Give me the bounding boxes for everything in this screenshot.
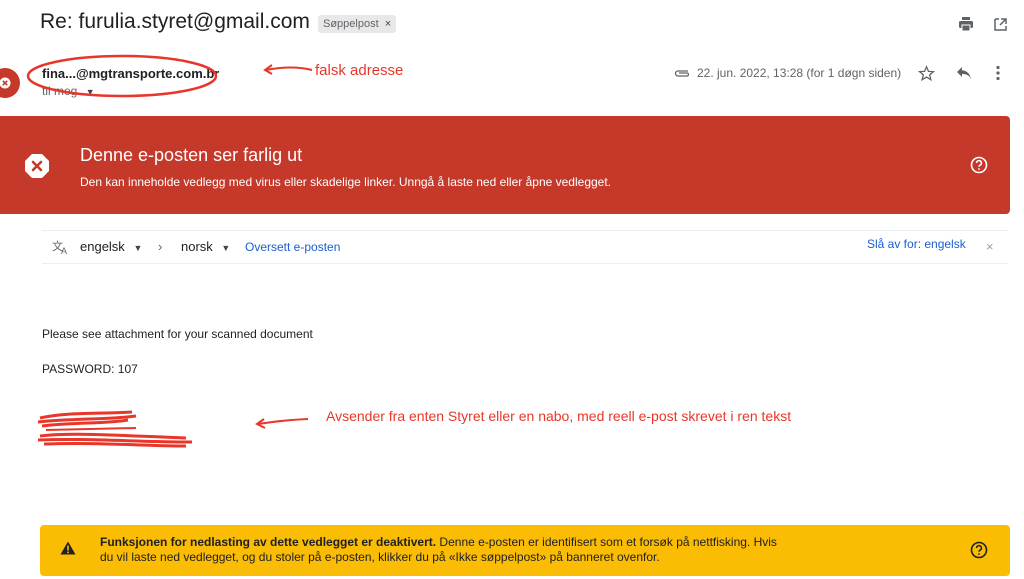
warning-bold-text: Funksjonen for nedlasting av dette vedle…: [100, 535, 437, 549]
print-button[interactable]: [955, 13, 977, 35]
translate-icon: 文 A: [52, 239, 67, 255]
danger-octagon-icon: [25, 154, 49, 178]
annotation-arrow: [263, 64, 313, 75]
help-icon[interactable]: [970, 156, 988, 174]
sender-avatar[interactable]: [0, 68, 20, 98]
attachment-icon: [674, 70, 690, 77]
source-language-dropdown[interactable]: engelsk ▼: [80, 239, 142, 254]
svg-text:A: A: [61, 246, 67, 255]
open-in-new-icon: [993, 17, 1007, 31]
spam-label-chip[interactable]: Søppelpost ×: [318, 15, 397, 33]
more-options-button[interactable]: [990, 62, 1006, 84]
attachment-warning-text: Funksjonen for nedlasting av dette vedle…: [100, 535, 900, 565]
reply-icon: [957, 67, 971, 79]
chevron-down-icon: ▼: [133, 243, 143, 253]
chevron-down-icon: ▼: [221, 243, 231, 253]
warning-rest-text: Denne e-posten er identifisert som et fo…: [436, 535, 777, 549]
turn-off-translation-link[interactable]: Slå av for: engelsk: [867, 237, 966, 251]
close-translate-icon[interactable]: ×: [986, 239, 994, 254]
reply-button[interactable]: [953, 62, 975, 84]
email-datetime: 22. jun. 2022, 13:28 (for 1 døgn siden): [697, 66, 902, 80]
danger-x-icon: [0, 77, 11, 89]
star-icon: [917, 64, 935, 81]
email-subject: Re: furulia.styret@gmail.com: [40, 10, 310, 33]
danger-title: Denne e-posten ser farlig ut: [80, 145, 303, 165]
message-line-2: PASSWORD: 107: [42, 362, 138, 376]
remove-label-icon[interactable]: ×: [385, 18, 391, 30]
annotation-ellipse: [26, 54, 218, 98]
print-icon: [959, 17, 973, 32]
star-button[interactable]: [915, 62, 937, 84]
message-line-1: Please see attachment for your scanned d…: [42, 327, 313, 341]
language-arrow-icon: ›: [158, 239, 163, 254]
annotation-sender-note: Avsender fra enten Styret eller en nabo,…: [326, 408, 792, 424]
annotation-fake-address: falsk adresse: [315, 62, 404, 79]
annotation-arrow: [255, 418, 309, 429]
spam-label-text: Søppelpost: [323, 18, 379, 30]
help-icon[interactable]: [970, 541, 988, 559]
translate-email-link[interactable]: Oversett e-posten: [245, 240, 340, 254]
warning-line-2: du vil laste ned vedlegget, og du stoler…: [100, 550, 660, 564]
open-new-window-button[interactable]: [989, 13, 1011, 35]
warning-triangle-icon: [60, 541, 76, 555]
danger-description: Den kan inneholde vedlegg med virus elle…: [80, 175, 612, 189]
redacted-signature: [37, 410, 193, 448]
attachment-warning-banner: Funksjonen for nedlasting av dette vedle…: [40, 525, 1010, 576]
target-language-label: norsk: [181, 239, 213, 254]
target-language-dropdown[interactable]: norsk ▼: [181, 239, 230, 254]
more-vert-icon: [996, 65, 1000, 81]
source-language-label: engelsk: [80, 239, 125, 254]
danger-banner: Denne e-posten ser farlig ut Den kan inn…: [0, 116, 1010, 214]
translate-bar: 文 A engelsk ▼ › norsk ▼ Oversett e-poste…: [42, 230, 1008, 264]
